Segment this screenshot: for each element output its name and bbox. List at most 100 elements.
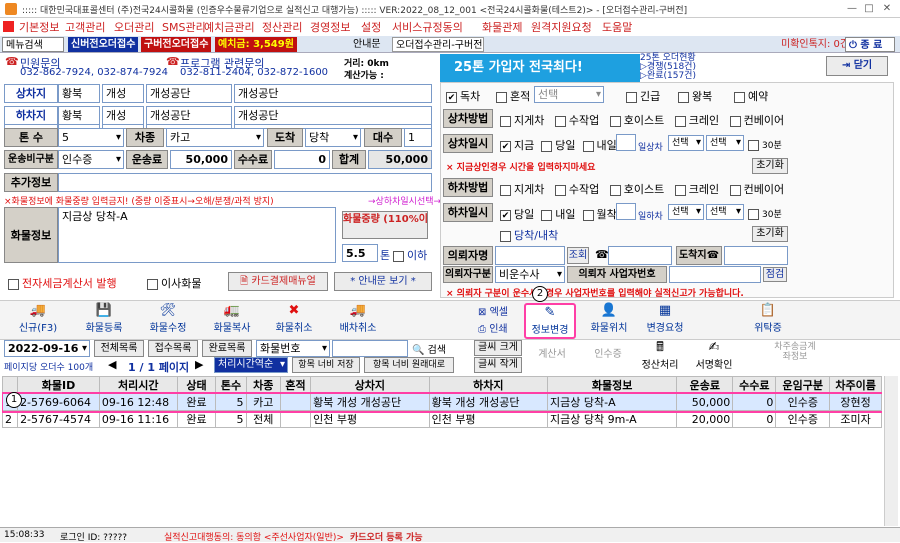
guide-view-button[interactable]: * 안내문 보기 * (334, 272, 432, 291)
close-panel-button[interactable]: ⇥ 닫기 (826, 56, 888, 76)
mixed-checkbox[interactable] (496, 91, 507, 103)
dispatch-cancel-button[interactable]: 🚚 배차취소 (326, 303, 390, 339)
load-hoist[interactable]: 호이스트 (609, 114, 664, 127)
save-width-button[interactable]: 항목 너비 저장 (292, 357, 360, 373)
menu-cargo-control[interactable]: 화물관제 (482, 19, 522, 35)
unload-conveyor[interactable]: 컨베이어 (729, 183, 784, 196)
change-request-button[interactable]: ▦ 변경요청 (638, 303, 692, 339)
header-fare[interactable]: 운송료 (676, 376, 734, 394)
comm-input[interactable]: 0 (274, 150, 330, 169)
load-tomorrow[interactable]: 내일 (582, 139, 617, 152)
header-cartype[interactable]: 차종 (245, 376, 281, 394)
card-manual-button[interactable]: 🗎 카드결제매뉴얼 (228, 272, 328, 291)
tons-select[interactable]: 5 (58, 128, 124, 147)
cargo-textarea[interactable]: 지금상 당착-A (58, 207, 336, 263)
menu-settlement[interactable]: 정산관리 (262, 19, 302, 35)
unload-point-district[interactable]: 개성공단 (146, 106, 232, 125)
unload-tomorrow[interactable]: 내일 (541, 208, 576, 221)
date-picker[interactable]: 2022-09-16 (4, 340, 90, 357)
weight-button[interactable]: 화물중량 (110%이하) (342, 211, 428, 239)
unload-crane[interactable]: 크레인 (674, 183, 719, 196)
unload-hour-select[interactable]: 선택 (668, 204, 704, 220)
mixed-select[interactable]: 선택 (534, 86, 604, 103)
menu-deposit[interactable]: 예치금관리 (204, 19, 255, 35)
load-manual[interactable]: 수작업 (554, 114, 599, 127)
close-window-button[interactable]: ✕ (880, 2, 894, 15)
load-day-input[interactable] (616, 134, 636, 151)
below-checkbox[interactable] (393, 250, 404, 262)
search-button[interactable]: 🔍 검색 (412, 341, 446, 356)
unload-point-detail[interactable]: 개성공단 (234, 106, 432, 125)
consign-button[interactable]: 📋 위탁증 (740, 303, 796, 339)
etax-option[interactable]: 전자세금계산서 발행 (8, 275, 117, 291)
sign-button[interactable]: ✍ 서명확인 (690, 340, 738, 376)
menu-service-terms[interactable]: 서비스규정동의 (392, 19, 463, 35)
header-fee-type[interactable]: 운임구분 (775, 376, 831, 394)
unload-point-province[interactable]: 황북 (58, 106, 100, 125)
unload-forklift[interactable]: 지게차 (500, 183, 544, 196)
unload-manual[interactable]: 수작업 (554, 183, 599, 196)
load-point-province[interactable]: 황북 (58, 84, 100, 103)
header-cargo-id[interactable]: 화물ID (17, 376, 100, 394)
unload-point-city[interactable]: 개성 (102, 106, 144, 125)
excel-button[interactable]: ⊠ 엑셀 (478, 303, 508, 318)
guide-tab[interactable]: 안내문 (350, 37, 384, 52)
load-reset-button[interactable]: 초기화 (752, 158, 788, 174)
header-time[interactable]: 처리시간 (98, 376, 178, 394)
cartype-select[interactable]: 카고 (166, 128, 264, 147)
reserve-checkbox[interactable] (734, 91, 745, 103)
etax-checkbox[interactable] (8, 278, 19, 290)
load-30m-option[interactable]: 30분 (748, 138, 782, 151)
header-load[interactable]: 상차지 (310, 376, 430, 394)
same-arrive-option[interactable]: 당착/내착 (500, 227, 558, 243)
next-page-button[interactable]: ▶ (195, 358, 203, 371)
header-tons[interactable]: 톤수 (215, 376, 247, 394)
below-check[interactable]: 이하 (393, 247, 427, 263)
unload-point-label[interactable]: 하차지 (4, 106, 58, 125)
load-point-city[interactable]: 개성 (102, 84, 144, 103)
menu-help[interactable]: 도움말 (602, 19, 632, 35)
payer-type-select[interactable]: 비운수사 (495, 266, 565, 283)
load-conveyor[interactable]: 컨베이어 (729, 114, 784, 127)
modify-button[interactable]: 🛠 화물수정 (138, 303, 198, 339)
load-hour-select[interactable]: 선택 (668, 135, 704, 151)
ad-banner[interactable]: 25톤 가입자 전국최다! (440, 54, 640, 82)
load-forklift[interactable]: 지게차 (500, 114, 544, 127)
weight-input[interactable]: 5.5 (342, 244, 378, 262)
all-list-button[interactable]: 전체목록 (94, 340, 144, 357)
fare-input[interactable]: 50,000 (170, 150, 232, 169)
payer-biz-input[interactable] (669, 266, 761, 283)
header-cargo-info[interactable]: 화물정보 (547, 376, 678, 394)
header-index[interactable] (2, 376, 19, 394)
reset-width-button[interactable]: 항목 너비 원래대로 (364, 357, 454, 373)
minimize-button[interactable]: — (845, 2, 859, 15)
table-row[interactable]: 2 2-5767-4574 09-16 11:16 완료 5 전체 인천 부평 … (2, 410, 882, 428)
font-small-button[interactable]: 글씨 작게 (474, 357, 522, 373)
solo-option[interactable]: 독차 (446, 88, 480, 104)
old-order-button[interactable]: 구버전오더접수 (141, 37, 211, 52)
menu-management[interactable]: 경영정보 (310, 19, 350, 35)
prev-page-button[interactable]: ◀ (108, 358, 116, 371)
vertical-scrollbar[interactable] (884, 376, 898, 526)
menu-remote-support[interactable]: 원격지원요청 (531, 19, 592, 35)
header-unload[interactable]: 하차지 (428, 376, 549, 394)
done-list-button[interactable]: 완료목록 (202, 340, 252, 357)
unload-hoist[interactable]: 호이스트 (609, 183, 664, 196)
settle-button[interactable]: 🖩 정산처리 (636, 340, 684, 376)
check-button[interactable]: 점검 (763, 267, 787, 282)
menu-sms[interactable]: SMS관리 (162, 19, 206, 35)
urgent-checkbox[interactable] (626, 91, 637, 103)
load-point-district[interactable]: 개성공단 (146, 84, 232, 103)
move-checkbox[interactable] (147, 278, 158, 290)
mixed-option[interactable]: 혼적 (496, 88, 530, 104)
urgent-option[interactable]: 긴급 (626, 88, 660, 104)
new-order-button[interactable]: 신버전오더접수 (68, 37, 138, 52)
copy-button[interactable]: 🚛 화물복사 (202, 303, 262, 339)
load-point-detail[interactable]: 개성공단 (234, 84, 432, 103)
end-button[interactable]: ⏻ 종 료 (845, 37, 895, 52)
unload-weekend[interactable]: 월착 (582, 208, 617, 221)
arrive-select[interactable]: 당착 (305, 128, 361, 147)
header-status[interactable]: 상태 (176, 376, 217, 394)
search-input[interactable] (332, 340, 408, 357)
round-option[interactable]: 왕복 (678, 88, 712, 104)
